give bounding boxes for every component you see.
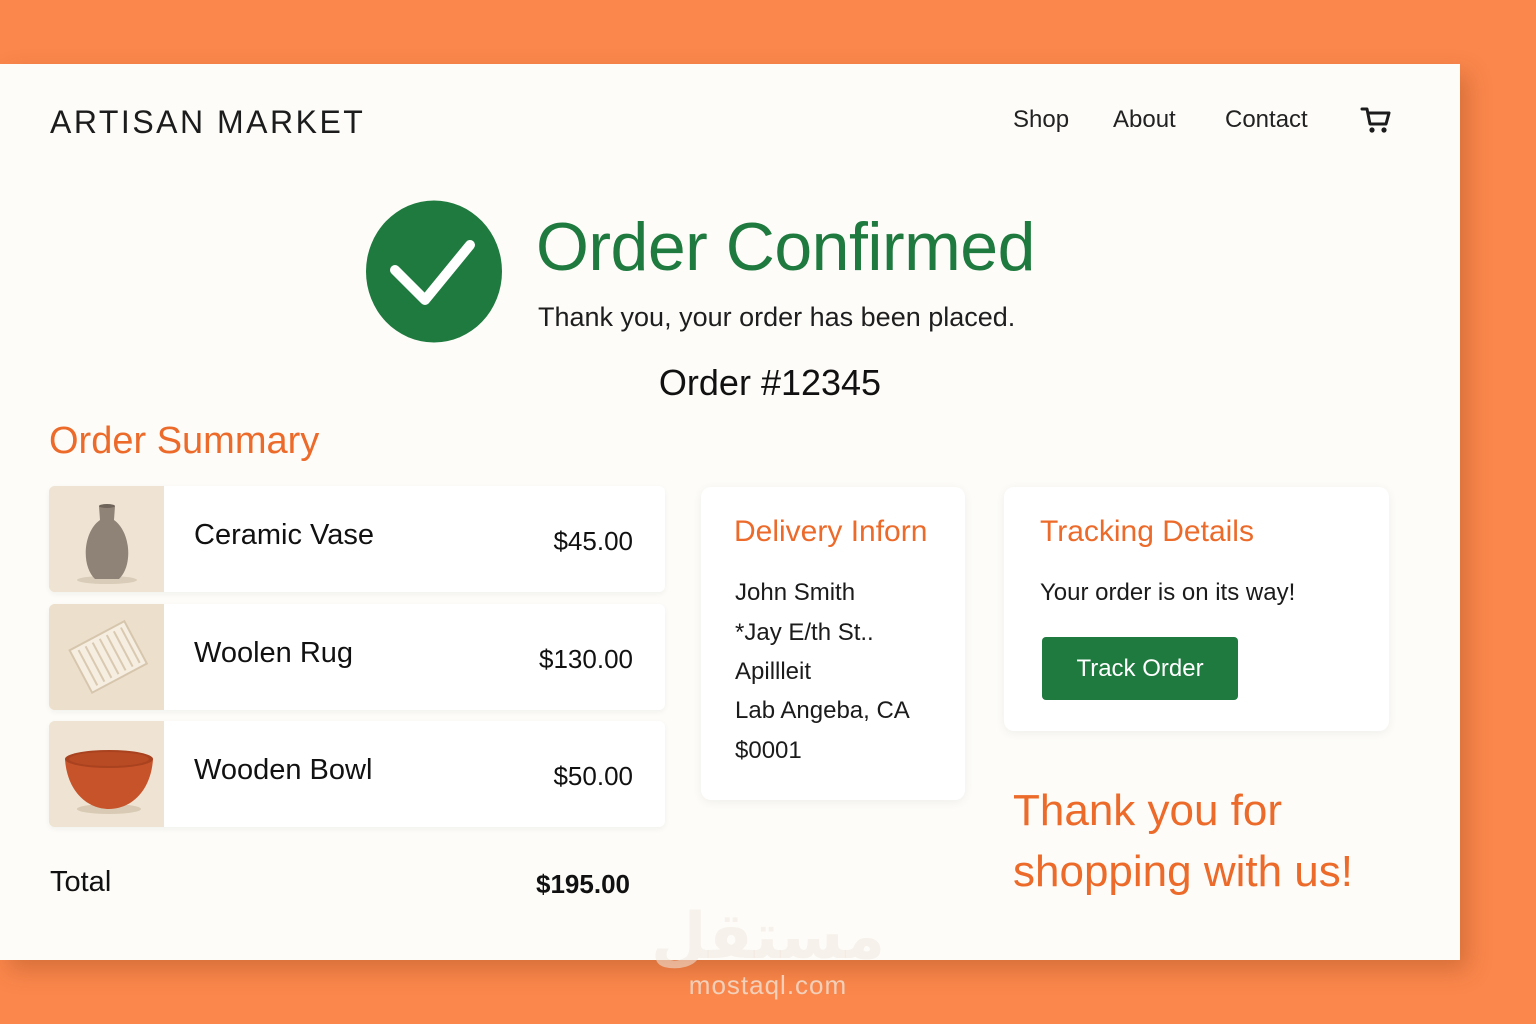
tracking-status: Your order is on its way! bbox=[1040, 579, 1296, 606]
woolen-rug-image bbox=[49, 604, 164, 710]
total-label: Total bbox=[50, 866, 112, 898]
cart-icon[interactable] bbox=[1360, 104, 1392, 136]
order-number: Order #12345 bbox=[658, 362, 882, 403]
watermark-url: mostaql.com bbox=[688, 970, 848, 1000]
item-name: Wooden Bowl bbox=[194, 754, 373, 786]
thank-you-message: Thank you for shopping with us! bbox=[1013, 780, 1353, 902]
address-line: Apillleit bbox=[735, 658, 812, 685]
order-item: Woolen Rug $130.00 bbox=[49, 604, 665, 710]
confirmation-subtitle: Thank you, your order has been placed. bbox=[538, 302, 1016, 332]
ceramic-vase-image bbox=[49, 486, 164, 592]
watermark-arabic: مستقل bbox=[650, 900, 886, 974]
item-name: Ceramic Vase bbox=[194, 519, 374, 551]
check-circle-icon bbox=[365, 200, 503, 343]
item-price: $50.00 bbox=[553, 761, 633, 791]
thank-you-line: Thank you for bbox=[1013, 786, 1283, 835]
item-name: Woolen Rug bbox=[194, 637, 354, 669]
address-line: $0001 bbox=[735, 737, 802, 764]
nav-shop[interactable]: Shop bbox=[1013, 106, 1069, 134]
item-price: $130.00 bbox=[539, 644, 633, 674]
order-item: Ceramic Vase $45.00 bbox=[49, 486, 665, 592]
order-summary-title: Order Summary bbox=[49, 420, 320, 462]
item-price: $45.00 bbox=[553, 526, 633, 556]
confirmation-title: Order Confirmed bbox=[536, 209, 1035, 285]
total-value: $195.00 bbox=[536, 869, 630, 899]
address-line: Lab Angeba, CA bbox=[735, 697, 910, 724]
address-line: John Smith bbox=[735, 579, 856, 606]
track-order-button[interactable]: Track Order bbox=[1042, 637, 1238, 700]
thank-you-line: shopping with us! bbox=[1013, 847, 1353, 896]
address-line: *Jay E/th St.. bbox=[735, 619, 874, 646]
order-item: Wooden Bowl $50.00 bbox=[49, 721, 665, 827]
tracking-details-panel: Tracking Details Your order is on its wa… bbox=[1004, 487, 1389, 731]
nav-about[interactable]: About bbox=[1113, 106, 1176, 134]
delivery-info-panel: Delivery Inforn John Smith *Jay E/th St.… bbox=[701, 487, 965, 800]
nav-contact[interactable]: Contact bbox=[1225, 106, 1308, 134]
delivery-info-title: Delivery Inforn bbox=[734, 515, 928, 548]
tracking-details-title: Tracking Details bbox=[1040, 515, 1254, 548]
brand-logo[interactable]: ARTISAN MARKET bbox=[50, 104, 365, 141]
wooden-bowl-image bbox=[49, 721, 164, 827]
